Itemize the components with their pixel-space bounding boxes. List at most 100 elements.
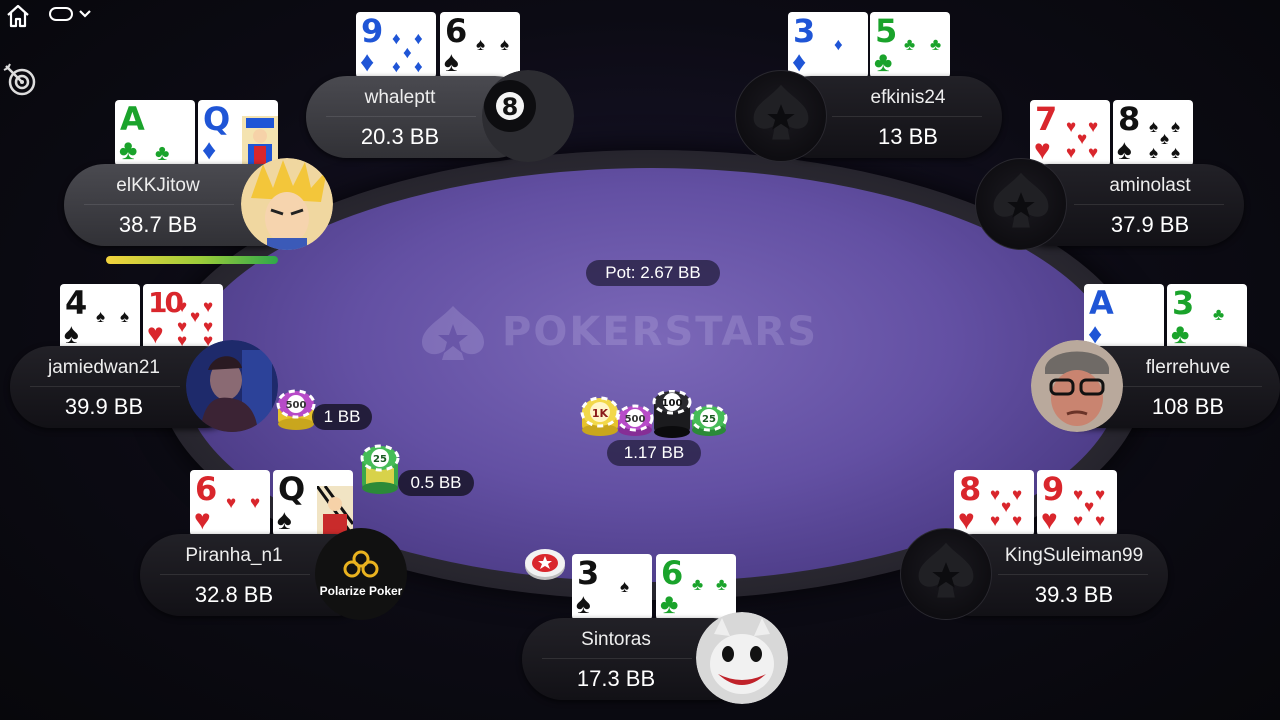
player-name: KingSuleiman99 <box>1004 545 1144 566</box>
pip: ♥ <box>250 493 261 512</box>
card-rank: 7 <box>1035 100 1058 138</box>
pip: ♠ <box>1149 143 1159 162</box>
pip: ♠ <box>1160 129 1170 148</box>
card-elkkjitow-2: Q ♦ <box>198 100 278 166</box>
card-suit: ♠ <box>576 588 591 619</box>
card-suit: ♥ <box>147 318 164 349</box>
pip: ♥ <box>1066 117 1077 136</box>
card-suit: ♣ <box>660 588 679 619</box>
divider <box>160 574 310 575</box>
pip: ♥ <box>1073 511 1084 530</box>
divider <box>1074 204 1224 205</box>
pot-label: Pot: 2.67 BB <box>586 260 720 286</box>
pip: ♦ <box>834 35 843 54</box>
pip: ♠ <box>500 35 510 54</box>
polarize-poker-avatar[interactable]: Polarize Poker <box>315 528 407 620</box>
pip: ♥ <box>1012 485 1023 504</box>
center-chips-amount: 1.17 BB <box>607 440 701 466</box>
player-stack: 39.3 BB <box>1034 582 1114 607</box>
card-rank: Q <box>203 100 231 138</box>
player-name: flerrehuve <box>1145 357 1231 378</box>
default-avatar-icon[interactable] <box>735 70 827 162</box>
default-avatar-icon[interactable] <box>975 158 1067 250</box>
pokerstars-logo-icon <box>422 306 484 360</box>
pip: ♥ <box>1073 485 1084 504</box>
chip-100-icon: 100 <box>652 390 692 438</box>
eight-ball-avatar-icon[interactable]: 8 <box>482 70 574 162</box>
pip: ♠ <box>120 307 130 326</box>
card-suit: ♠ <box>64 318 79 349</box>
pip: ♥ <box>1077 129 1088 148</box>
player-stack: 17.3 BB <box>576 666 656 691</box>
card-sintoras-2: 6 ♣ ♣ ♣ <box>656 554 736 620</box>
card-whaleptt-1: 9 ♦ ♦ ♦ ♦ ♦ ♦ <box>356 12 436 78</box>
joker-cat-avatar-icon[interactable] <box>696 612 788 704</box>
pip: ♦ <box>414 57 423 76</box>
bet-amount-jamiedwan21: 1 BB <box>312 404 372 430</box>
pip: ♥ <box>190 307 201 326</box>
card-flerrehuve-2: 3 ♣ ♣ <box>1167 284 1247 350</box>
card-kingsuleiman-2: 9 ♥ ♥ ♥ ♥ ♥ ♥ <box>1037 470 1117 536</box>
pip: ♦ <box>414 29 423 48</box>
chip-500-label: 500 <box>625 414 646 425</box>
card-rank: 9 <box>361 12 384 50</box>
card-rank: A <box>1089 284 1114 322</box>
player-stack: 13 BB <box>878 124 938 149</box>
photo-avatar-icon[interactable] <box>1031 340 1123 432</box>
center-chip-stack: 1K 500 100 25 <box>580 390 728 438</box>
turn-timer-bar <box>106 256 278 264</box>
table-switch-icon[interactable] <box>48 4 98 24</box>
chip-1k-icon: 1K <box>580 396 620 436</box>
player-stack: 108 BB <box>1151 394 1225 419</box>
queen-face-icon <box>317 486 353 536</box>
pip: ♣ <box>692 575 704 594</box>
pip: ♣ <box>716 575 728 594</box>
bet-chip-500-label: 500 <box>286 400 307 411</box>
card-rank: 3 <box>1172 284 1195 322</box>
card-rank: 8 <box>959 470 982 508</box>
pip: ♦ <box>392 57 401 76</box>
pip: ♠ <box>96 307 106 326</box>
divider <box>998 574 1148 575</box>
card-sintoras-1: 3 ♠ ♠ <box>572 554 652 620</box>
card-rank: 5 <box>875 12 898 50</box>
card-suit: ♥ <box>194 504 211 535</box>
chip-1k-label: 1K <box>592 407 609 420</box>
photo-avatar-icon[interactable] <box>186 340 278 432</box>
card-rank: 6 <box>195 470 218 508</box>
club-logo-icon <box>343 550 379 578</box>
bet-amount-piranha: 0.5 BB <box>398 470 474 496</box>
pip: ♥ <box>990 485 1001 504</box>
pip: ♣ <box>155 140 170 165</box>
card-suit: ♥ <box>1041 504 1058 535</box>
card-suit: ♣ <box>119 134 138 165</box>
pip: ♠ <box>1171 117 1181 136</box>
divider <box>30 386 180 387</box>
divider <box>326 116 476 117</box>
player-stack: 39.9 BB <box>64 394 144 419</box>
player-stack: 37.9 BB <box>1110 212 1190 237</box>
target-icon[interactable] <box>2 62 38 98</box>
card-elkkjitow-1: A ♣ ♣ <box>115 100 195 166</box>
default-avatar-icon[interactable] <box>900 528 992 620</box>
avatar-label: Polarize Poker <box>319 584 403 598</box>
player-stack: 38.7 BB <box>118 212 198 237</box>
card-rank: 4 <box>65 284 88 322</box>
player-name: jamiedwan21 <box>48 357 160 378</box>
anime-avatar-icon[interactable] <box>241 158 333 250</box>
card-suit: ♦ <box>202 134 217 165</box>
chip-100-label: 100 <box>662 398 683 409</box>
pip: ♥ <box>177 297 188 316</box>
chip-25-icon: 25 <box>690 404 728 436</box>
pip: ♥ <box>226 493 237 512</box>
player-name: efkinis24 <box>870 87 946 108</box>
card-suit: ♠ <box>444 46 459 77</box>
bet-chip-500-icon: 500 <box>276 389 316 430</box>
bet-chip-25-label: 25 <box>373 454 387 465</box>
player-name: elKKJitow <box>116 175 200 196</box>
player-stack: 20.3 BB <box>360 124 440 149</box>
card-rank: 6 <box>445 12 468 50</box>
home-icon[interactable] <box>4 2 32 30</box>
card-suit: ♦ <box>360 46 375 77</box>
chip-500-icon: 500 <box>616 404 654 436</box>
